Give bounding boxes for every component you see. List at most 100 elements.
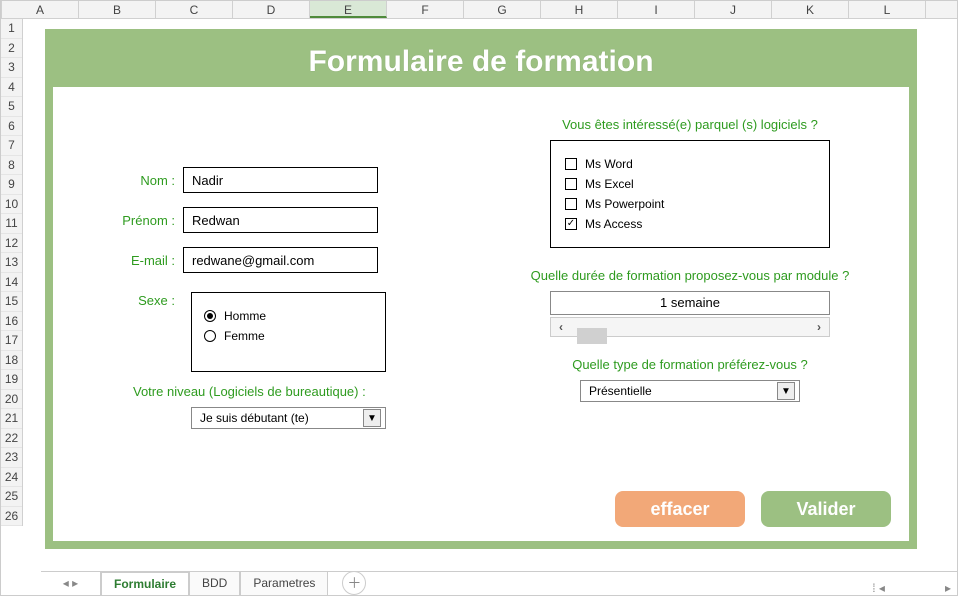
- row-header[interactable]: 10: [1, 195, 22, 215]
- label-type: Quelle type de formation préférez-vous ?: [491, 357, 889, 372]
- software-group: Ms Word Ms Excel Ms Powerpoint Ms Access: [550, 140, 830, 248]
- column-headers: ABCDEFGHIJKLM: [1, 1, 957, 19]
- radio-homme[interactable]: Homme: [204, 309, 373, 323]
- column-header[interactable]: K: [772, 1, 849, 18]
- row-header[interactable]: 20: [1, 390, 22, 410]
- column-header[interactable]: B: [79, 1, 156, 18]
- label-software: Vous êtes intéressé(e) parquel (s) logic…: [491, 117, 889, 132]
- form-title-bar: Formulaire de formation: [53, 37, 909, 87]
- sheet-tab[interactable]: BDD: [189, 571, 240, 595]
- duration-slider[interactable]: ‹ ›: [550, 317, 830, 337]
- label-level: Votre niveau (Logiciels de bureautique) …: [133, 384, 461, 399]
- select-level[interactable]: Je suis débutant (te) ▼: [191, 407, 386, 429]
- row-headers: 1234567891011121314151617181920212223242…: [1, 19, 23, 526]
- action-row: effacer Valider: [615, 491, 891, 527]
- row-header[interactable]: 24: [1, 468, 22, 488]
- row-header[interactable]: 2: [1, 39, 22, 59]
- checkbox-label: Ms Access: [585, 217, 642, 231]
- row-header[interactable]: 9: [1, 175, 22, 195]
- checkbox-icon: [565, 158, 577, 170]
- row-header[interactable]: 26: [1, 507, 22, 527]
- radio-icon: [204, 310, 216, 322]
- chevron-down-icon: ▼: [777, 382, 795, 400]
- sheet-tabs: ◂ ▸ FormulaireBDDParametres ＋ ⁞ ◂ ▸: [41, 571, 957, 595]
- checkbox-icon: [565, 178, 577, 190]
- row-header[interactable]: 15: [1, 292, 22, 312]
- row-header[interactable]: 4: [1, 78, 22, 98]
- row-header[interactable]: 6: [1, 117, 22, 137]
- checkbox-ms-powerpoint[interactable]: Ms Powerpoint: [565, 197, 815, 211]
- row-header[interactable]: 18: [1, 351, 22, 371]
- sheet-tab[interactable]: Parametres: [240, 571, 328, 595]
- row-header[interactable]: 19: [1, 370, 22, 390]
- label-sexe: Sexe :: [73, 287, 183, 308]
- slider-thumb[interactable]: [577, 328, 607, 344]
- validate-button-label: Valider: [796, 499, 855, 520]
- row-header[interactable]: 21: [1, 409, 22, 429]
- checkbox-ms-excel[interactable]: Ms Excel: [565, 177, 815, 191]
- label-prenom: Prénom :: [73, 213, 183, 228]
- checkbox-label: Ms Word: [585, 157, 633, 171]
- row-header[interactable]: 14: [1, 273, 22, 293]
- column-header[interactable]: A: [2, 1, 79, 18]
- row-header[interactable]: 13: [1, 253, 22, 273]
- column-header[interactable]: F: [387, 1, 464, 18]
- input-prenom[interactable]: [183, 207, 378, 233]
- label-nom: Nom :: [73, 173, 183, 188]
- row-header[interactable]: 3: [1, 58, 22, 78]
- checkbox-ms-word[interactable]: Ms Word: [565, 157, 815, 171]
- column-header[interactable]: J: [695, 1, 772, 18]
- column-header[interactable]: C: [156, 1, 233, 18]
- column-header[interactable]: H: [541, 1, 618, 18]
- column-header[interactable]: L: [849, 1, 926, 18]
- column-header[interactable]: D: [233, 1, 310, 18]
- validate-button[interactable]: Valider: [761, 491, 891, 527]
- input-nom[interactable]: [183, 167, 378, 193]
- sheet-tab[interactable]: Formulaire: [101, 572, 189, 596]
- sexe-group: Homme Femme: [191, 292, 386, 372]
- select-level-value: Je suis débutant (te): [200, 411, 309, 425]
- label-duration: Quelle durée de formation proposez-vous …: [491, 268, 889, 283]
- worksheet-area[interactable]: Formulaire de formation Nom : Prénom : E…: [23, 19, 957, 571]
- row-header[interactable]: 22: [1, 429, 22, 449]
- row-header[interactable]: 5: [1, 97, 22, 117]
- chevron-left-icon[interactable]: ‹: [551, 318, 571, 336]
- select-type[interactable]: Présentielle ▼: [580, 380, 800, 402]
- column-header[interactable]: E: [310, 1, 387, 18]
- horizontal-scroll[interactable]: ⁞ ◂ ▸: [872, 581, 957, 595]
- duration-value: 1 semaine: [550, 291, 830, 315]
- row-header[interactable]: 25: [1, 487, 22, 507]
- chevron-down-icon: ▼: [363, 409, 381, 427]
- radio-icon: [204, 330, 216, 342]
- form-title: Formulaire de formation: [308, 45, 653, 79]
- input-email[interactable]: [183, 247, 378, 273]
- form-left-column: Nom : Prénom : E-mail : Sexe :: [53, 87, 481, 541]
- form-card: Formulaire de formation Nom : Prénom : E…: [45, 29, 917, 549]
- row-header[interactable]: 23: [1, 448, 22, 468]
- column-header[interactable]: G: [464, 1, 541, 18]
- checkbox-ms-access[interactable]: Ms Access: [565, 217, 815, 231]
- row-header[interactable]: 8: [1, 156, 22, 176]
- row-header[interactable]: 16: [1, 312, 22, 332]
- duration-control: 1 semaine ‹ ›: [550, 291, 830, 337]
- radio-label-homme: Homme: [224, 309, 266, 323]
- row-header[interactable]: 1: [1, 19, 22, 39]
- select-type-value: Présentielle: [589, 384, 652, 398]
- tab-nav[interactable]: ◂ ▸: [41, 571, 101, 595]
- erase-button[interactable]: effacer: [615, 491, 745, 527]
- add-sheet-button[interactable]: ＋: [342, 571, 366, 595]
- radio-femme[interactable]: Femme: [204, 329, 373, 343]
- checkbox-icon: [565, 198, 577, 210]
- checkbox-icon: [565, 218, 577, 230]
- form-right-column: Vous êtes intéressé(e) parquel (s) logic…: [481, 87, 909, 541]
- checkbox-label: Ms Excel: [585, 177, 634, 191]
- column-header[interactable]: I: [618, 1, 695, 18]
- radio-label-femme: Femme: [224, 329, 265, 343]
- column-header[interactable]: M: [926, 1, 958, 18]
- row-header[interactable]: 7: [1, 136, 22, 156]
- row-header[interactable]: 12: [1, 234, 22, 254]
- label-email: E-mail :: [73, 253, 183, 268]
- chevron-right-icon[interactable]: ›: [809, 318, 829, 336]
- row-header[interactable]: 17: [1, 331, 22, 351]
- row-header[interactable]: 11: [1, 214, 22, 234]
